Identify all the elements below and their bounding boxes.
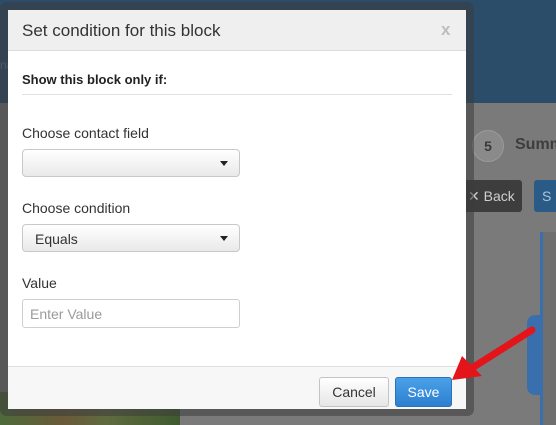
chevron-down-icon xyxy=(220,236,228,241)
contact-field-label: Choose contact field xyxy=(22,125,149,141)
condition-value: Equals xyxy=(35,231,78,247)
section-divider xyxy=(22,94,452,95)
modal-header: Set condition for this block x xyxy=(8,10,466,51)
modal-footer: Cancel Save xyxy=(8,366,466,409)
condition-label: Choose condition xyxy=(22,200,131,216)
step-number-badge: 5 xyxy=(472,130,504,162)
back-arrow-icon: ✕ xyxy=(468,188,484,204)
close-icon[interactable]: x xyxy=(441,20,450,40)
chevron-down-icon xyxy=(220,161,228,166)
value-label: Value xyxy=(22,275,57,291)
cancel-button[interactable]: Cancel xyxy=(319,377,389,407)
back-button-label: Back xyxy=(483,188,515,204)
section-title: Show this block only if: xyxy=(22,72,168,87)
condition-modal: Set condition for this block x Show this… xyxy=(8,10,466,409)
save-button[interactable]: Save xyxy=(395,377,452,407)
step-label: Summ xyxy=(515,136,556,153)
back-button[interactable]: ✕ Back xyxy=(462,180,522,212)
next-button[interactable]: S xyxy=(534,180,556,212)
red-arrow-icon xyxy=(452,326,536,380)
condition-select[interactable]: Equals xyxy=(22,224,240,252)
value-input[interactable] xyxy=(22,299,240,328)
contact-field-select[interactable] xyxy=(22,149,240,177)
modal-title: Set condition for this block xyxy=(22,21,221,40)
